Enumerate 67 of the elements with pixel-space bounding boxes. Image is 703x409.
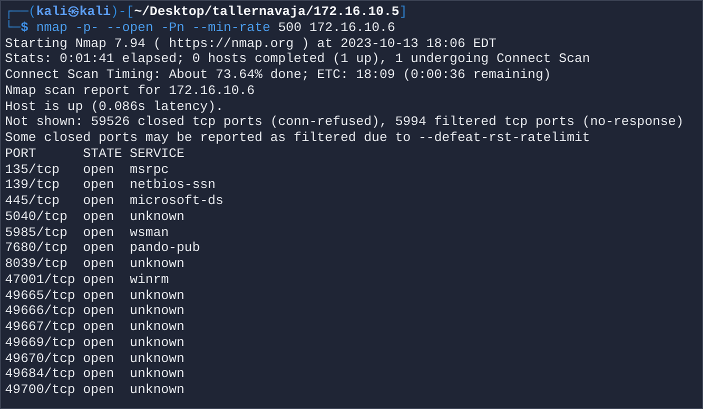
port-cell-text: 7680/tcp <box>5 240 68 256</box>
service-cell-text: unknown <box>130 288 186 304</box>
service-cell-text: unknown <box>130 303 186 319</box>
command-name: nmap <box>36 20 68 36</box>
port-cell-text: 49684/tcp <box>5 366 76 382</box>
command-arguments: 500 172.16.10.6 <box>278 20 396 36</box>
service-cell-text: unknown <box>130 334 186 350</box>
port-cell-text: 49667/tcp <box>5 319 76 335</box>
state-cell-text: open <box>83 177 116 193</box>
prompt-frame: └─ <box>5 20 21 36</box>
output-line: Stats: 0:01:41 elapsed; 0 hosts completed (1 up), 1 undergoing Connect Scan <box>5 51 592 67</box>
prompt-path: ~/Desktop/tallernavaja/172.16.10.5 <box>134 4 400 20</box>
prompt-symbol: $ <box>20 20 28 36</box>
state-cell-text: open <box>83 366 116 382</box>
port-cell-text: 49670/tcp <box>5 350 76 366</box>
port-cell-text: 445/tcp <box>5 193 61 209</box>
service-cell-text: pando-pub <box>130 240 202 256</box>
output-line: Some closed ports may be reported as filtered due to --defeat-rst-ratelimit <box>5 130 592 146</box>
port-cell-text: 5985/tcp <box>5 224 68 240</box>
prompt-frame: ] <box>399 4 408 20</box>
service-cell-text: wsman <box>130 224 170 240</box>
port-cell-text: 8039/tcp <box>5 256 68 272</box>
prompt-user: kali <box>36 4 68 20</box>
port-cell-text: 49700/tcp <box>5 382 76 398</box>
output-line: Nmap scan report for 172.16.10.6 <box>5 82 256 98</box>
state-cell-text: open <box>83 303 116 319</box>
service-cell-text: msrpc <box>130 162 170 178</box>
port-cell-text: 49666/tcp <box>5 303 76 319</box>
state-cell-text: open <box>83 382 116 398</box>
port-cell-text: 49665/tcp <box>5 288 76 304</box>
output-line: Connect Scan Timing: About 73.64% done; ETC: 18:09 (0:00:36 remaining) <box>5 67 552 83</box>
service-cell-text: netbios-ssn <box>130 177 217 193</box>
state-cell-text: open <box>83 208 116 224</box>
service-cell-text: unknown <box>130 319 186 335</box>
output-line: Starting Nmap 7.94 ( https://nmap.org ) at 2023-10-13 18:06 EDT <box>5 36 498 52</box>
prompt-host: kali <box>79 4 111 20</box>
state-cell-text: open <box>83 319 116 335</box>
port-cell-text: 139/tcp <box>5 177 61 193</box>
port-cell-text: 49669/tcp <box>5 334 76 350</box>
command-options: -p- --open -Pn --min-rate <box>75 20 270 36</box>
service-cell-text: unknown <box>130 350 186 366</box>
state-cell-text: open <box>83 334 116 350</box>
port-header: PORT <box>5 146 38 162</box>
output-line: Not shown: 59526 closed tcp ports (conn-refused), 5994 filtered tcp ports (no-response) <box>5 114 685 130</box>
state-cell-text: open <box>83 193 116 209</box>
state-cell-text: open <box>83 350 116 366</box>
port-cell-text: 5040/tcp <box>5 208 68 224</box>
service-cell-text: unknown <box>130 366 186 382</box>
service-cell-text: unknown <box>130 208 186 224</box>
service-cell-text: microsoft-ds <box>130 193 224 209</box>
state-cell-text: open <box>83 288 116 304</box>
prompt-frame: ┌──( <box>5 4 36 20</box>
state-header: STATE <box>83 146 124 162</box>
state-cell-text: open <box>83 272 116 288</box>
state-cell-text: open <box>83 240 116 256</box>
service-cell-text: winrm <box>130 272 170 288</box>
state-cell-text: open <box>83 224 116 240</box>
service-header: SERVICE <box>130 146 186 162</box>
port-cell-text: 47001/tcp <box>5 272 76 288</box>
prompt-frame: )-[ <box>110 4 134 20</box>
prompt-at-symbol: ㉿ <box>67 4 80 20</box>
port-cell-text: 135/tcp <box>5 162 61 178</box>
service-cell-text: unknown <box>130 382 186 398</box>
output-line: Host is up (0.086s latency). <box>5 98 224 114</box>
state-cell-text: open <box>83 162 116 178</box>
state-cell-text: open <box>83 256 116 272</box>
service-cell-text: unknown <box>130 256 186 272</box>
